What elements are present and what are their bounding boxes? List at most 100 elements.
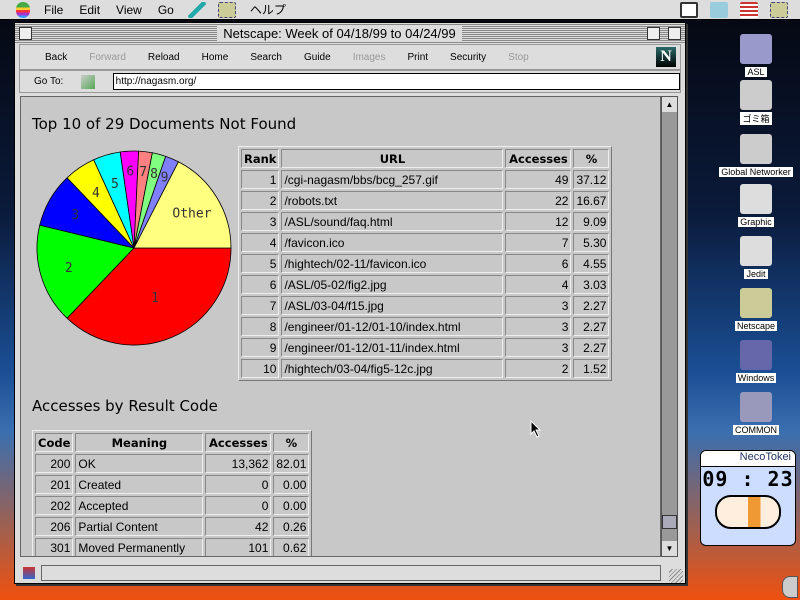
table-cell: 206 [35,517,74,536]
desktop-icon-label: Graphic [738,217,774,227]
desktop-icon[interactable]: Windows [706,340,800,384]
location-bar: Go To: [19,70,681,93]
desktop-icon[interactable]: Netscape [706,288,800,332]
page-content: Top 10 of 29 Documents Not Found 1234567… [20,96,661,557]
reload-button[interactable]: Reload [137,52,191,63]
table-cell: /favicon.ico [281,233,504,252]
menu-view[interactable]: View [108,3,150,17]
scroll-up-arrow-icon[interactable]: ▲ [662,97,677,112]
table-row: 5/hightech/02-11/favicon.ico 6 4.55 [241,254,610,273]
table-row: 8/engineer/01-12/01-10/index.html 3 2.27 [241,317,610,336]
title-bar[interactable]: Netscape: Week of 04/18/99 to 04/24/99 [15,23,685,43]
table-cell: 3.03 [573,275,610,294]
column-header: % [573,149,610,168]
neco-tokei-clock[interactable]: NecoTokei 09 : 23 [700,450,796,546]
menu-help[interactable]: ヘルプ [242,1,294,18]
table-cell: 2.27 [573,296,610,315]
desktop-icon-label: Netscape [734,321,778,331]
not-found-heading: Top 10 of 29 Documents Not Found [32,115,297,133]
desktop-icon-label: Windows [735,373,777,383]
table-cell: Moved Permanently [75,538,204,556]
desktop-icon-label: ゴミ箱 [740,112,772,125]
close-box[interactable] [19,26,32,40]
not-found-table: Rank URL Accesses% 1/cgi-nagasm/bbs/bcg_257… [238,146,613,381]
desktop-icon[interactable]: Global Networker [706,134,800,178]
table-row: 301 Moved Permanently 101 0.62 [35,538,310,556]
desktop-icon-image [740,134,772,164]
table-cell: /robots.txt [281,191,504,210]
table-cell: 101 [205,538,272,556]
navigation-toolbar: Back Forward Reload Home Search Guide Im… [19,44,681,70]
clock-time: 09 : 23 [702,467,794,491]
us-flag-icon[interactable] [740,1,758,18]
desktop-icon-image [740,340,772,370]
bookmark-icon[interactable] [80,74,95,89]
desktop-icon[interactable]: ゴミ箱 [706,80,800,125]
forward-button[interactable]: Forward [78,52,137,63]
browser-window: Netscape: Week of 04/18/99 to 04/24/99 B… [14,22,686,584]
collapse-box[interactable] [667,26,681,40]
desktop-icon[interactable]: Jedit [706,236,800,280]
table-cell: 202 [35,496,74,515]
cat-icon [715,495,781,529]
desktop-icon[interactable]: COMMON [706,392,800,436]
pie-label: 6 [126,164,134,179]
table-cell: 12 [505,212,572,231]
table-cell: /ASL/05-02/fig2.jpg [281,275,504,294]
table-cell: 1.52 [573,359,610,378]
back-button[interactable]: Back [34,52,78,63]
table-cell: Accepted [75,496,204,515]
table-cell: 10 [241,359,280,378]
table-row: 201 Created 0 0.00 [35,475,310,494]
menu-go[interactable]: Go [150,3,182,17]
column-header: Meaning [75,433,204,452]
phone-icon[interactable] [710,1,728,18]
images-button[interactable]: Images [342,52,397,63]
netscape-wheel-icon[interactable] [770,1,788,18]
table-cell: 0 [205,496,272,515]
security-lock-icon[interactable] [23,567,35,579]
print-button[interactable]: Print [396,52,439,63]
vertical-scrollbar[interactable]: ▲ ▼ [661,96,678,557]
monitor-icon[interactable] [680,1,698,18]
netscape-wheel-icon[interactable] [217,1,236,18]
table-cell: 9 [241,338,280,357]
desktop-icon-image [740,80,772,110]
desktop-icon[interactable]: Graphic [706,184,800,228]
desktop-icon[interactable]: ASL [706,34,800,78]
pie-chart: 123456 7 8 9Other [36,150,232,346]
table-cell: 3 [505,317,572,336]
stop-button[interactable]: Stop [497,52,540,63]
column-header: Accesses [505,149,572,168]
table-cell: 3 [241,212,280,231]
column-header: Code [35,433,74,452]
table-cell: 0.62 [273,538,310,556]
table-cell: 4 [505,275,572,294]
pie-label: 3 [71,208,79,223]
pen-icon[interactable] [187,1,206,18]
scroll-down-arrow-icon[interactable]: ▼ [662,541,677,556]
table-cell: 200 [35,454,74,473]
table-cell: OK [75,454,204,473]
menu-edit[interactable]: Edit [71,3,108,17]
table-cell: 37.12 [573,170,610,189]
table-cell: 7 [505,233,572,252]
table-cell: 5.30 [573,233,610,252]
guide-button[interactable]: Guide [293,52,342,63]
zoom-box[interactable] [646,26,660,40]
table-cell: /hightech/03-04/fig5-12c.jpg [281,359,504,378]
apple-menu-icon[interactable] [16,1,30,18]
table-row: 206 Partial Content 42 0.26 [35,517,310,536]
result-code-table: Code Meaning Accesses% 200 OK 13,362 82.01 201 C… [32,430,313,556]
security-button[interactable]: Security [439,52,497,63]
search-button[interactable]: Search [239,52,293,63]
scroll-thumb[interactable] [662,515,677,529]
table-cell: /hightech/02-11/favicon.ico [281,254,504,273]
table-cell: Partial Content [75,517,204,536]
resize-grip-icon[interactable] [669,569,683,583]
url-input[interactable] [112,73,680,90]
home-button[interactable]: Home [191,52,240,63]
desktop-icon-label: ASL [745,67,767,77]
control-strip-tab[interactable] [782,576,798,598]
menu-file[interactable]: File [36,3,71,17]
